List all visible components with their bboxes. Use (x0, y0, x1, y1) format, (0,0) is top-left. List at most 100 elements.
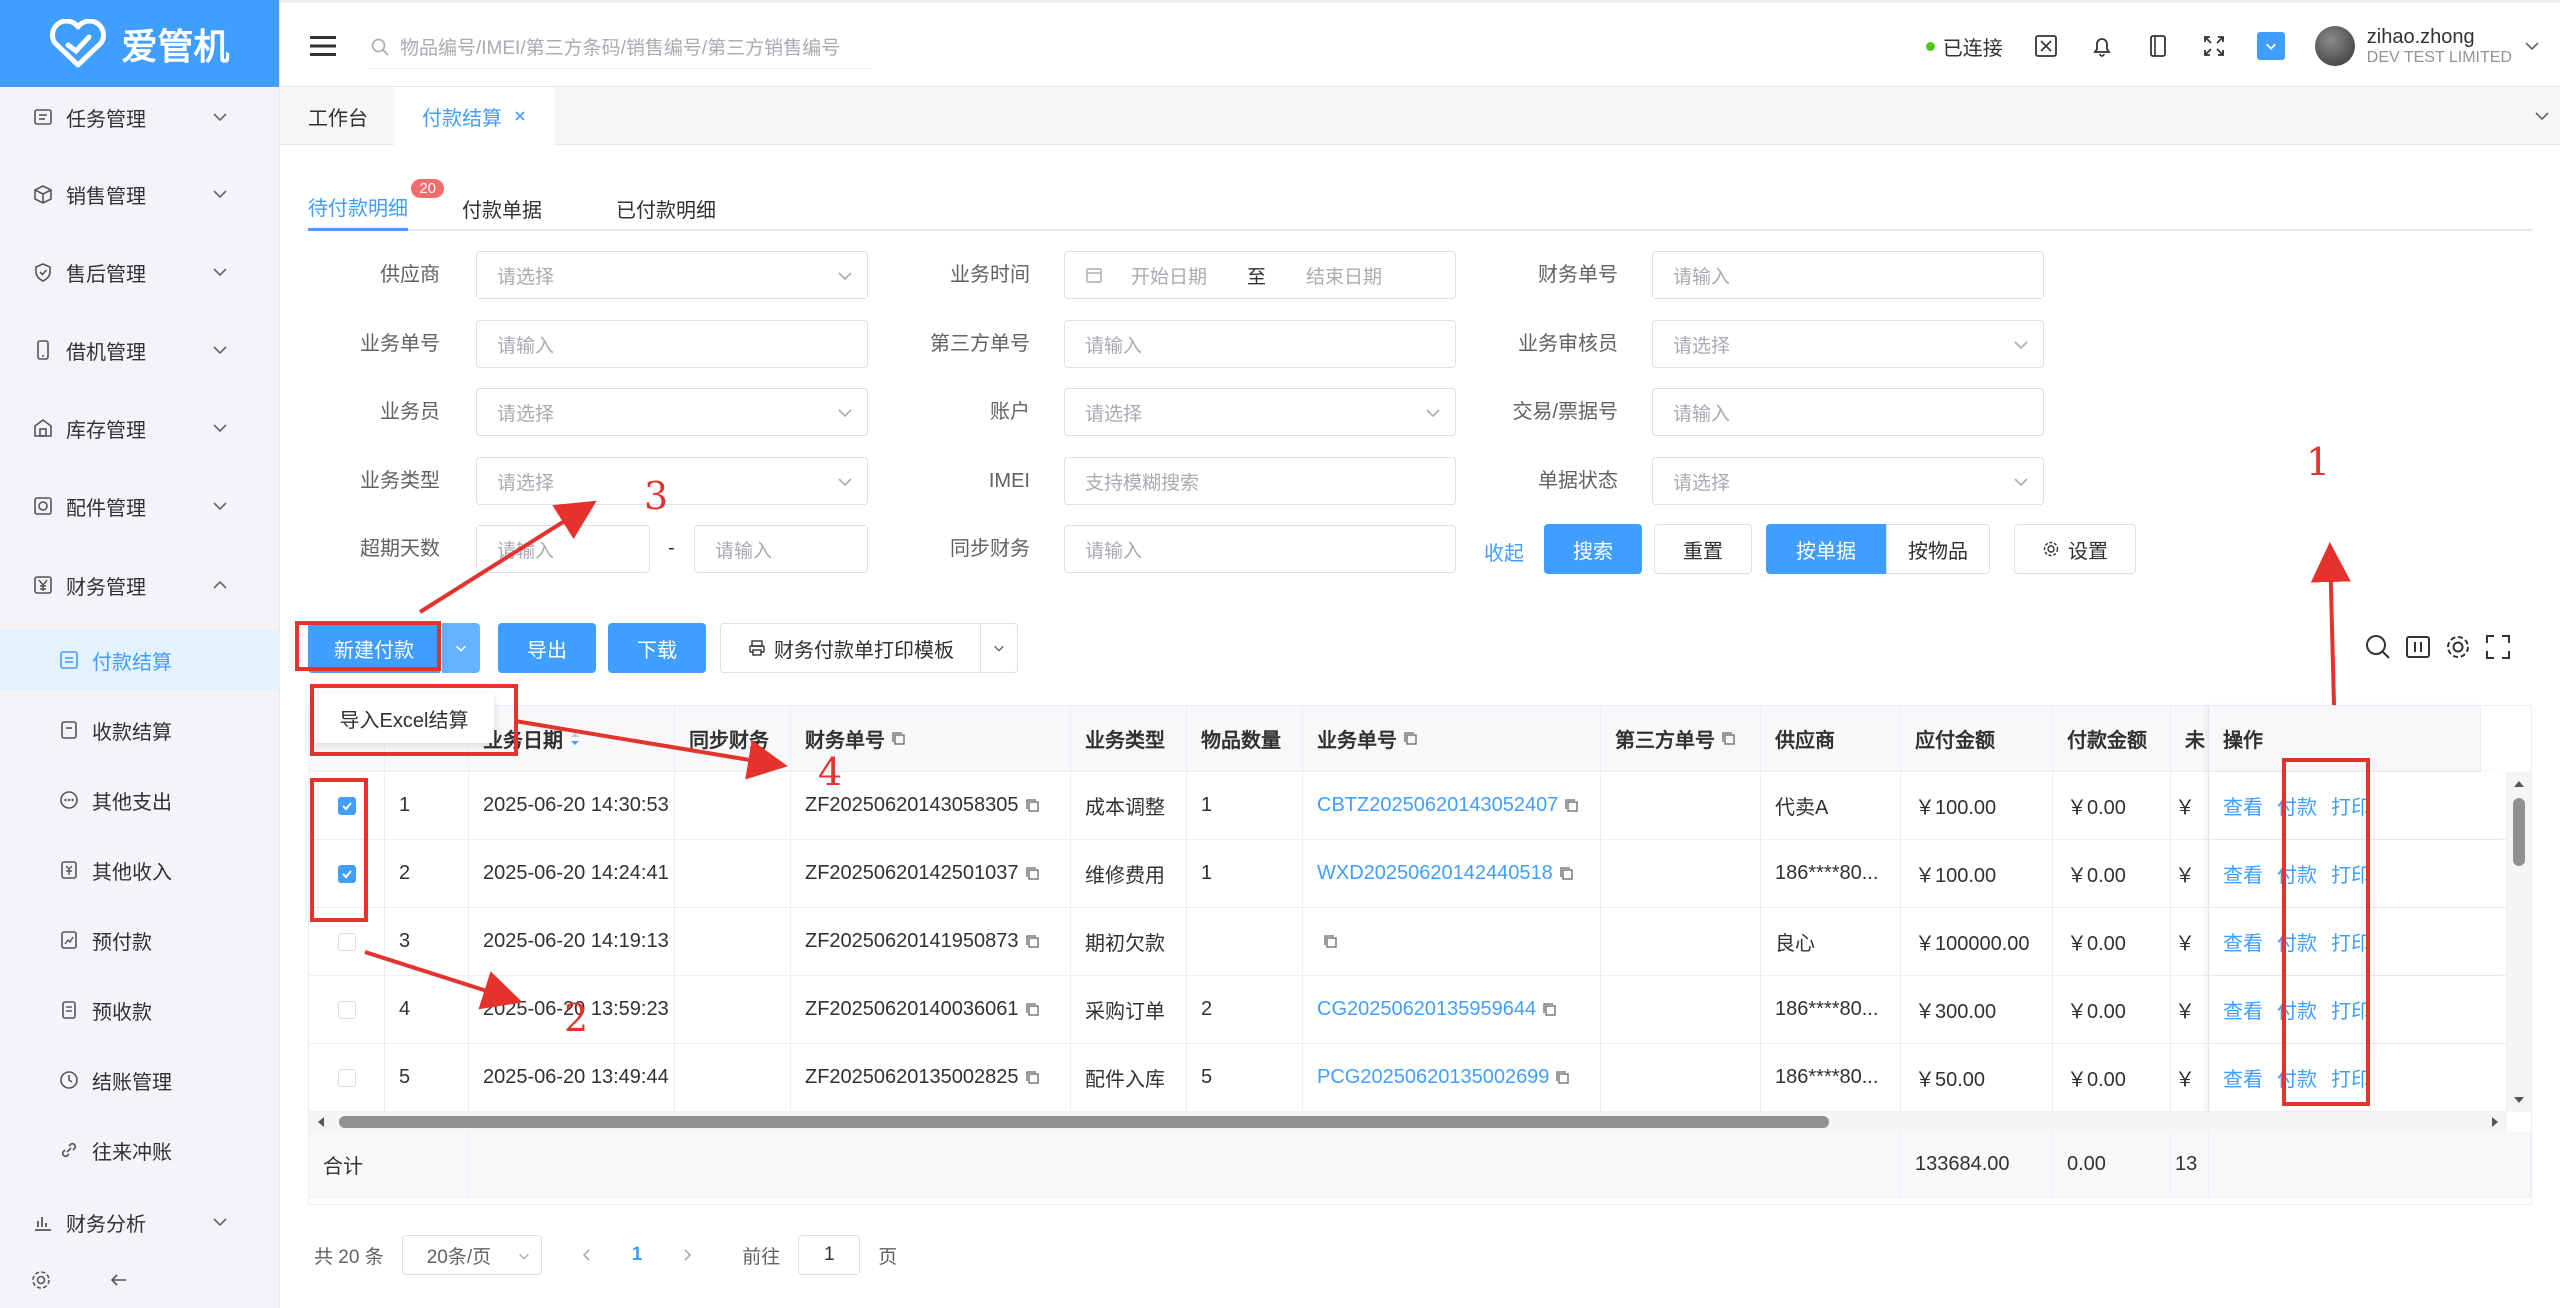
copy-icon[interactable] (1555, 1070, 1571, 1086)
cell-text[interactable]: CG20250620135959644 (1317, 998, 1536, 1021)
global-search[interactable]: 物品编号/IMEI/第三方条码/销售编号/第三方销售编号 (370, 25, 870, 69)
sidebar-item-finance[interactable]: 财务管理 (0, 555, 280, 615)
copy-icon[interactable] (1025, 1002, 1041, 1018)
sidebar-subitem-prepay[interactable]: 预付款 (0, 910, 280, 970)
doc-status-select[interactable]: 请选择 (1652, 457, 2044, 505)
close-icon[interactable] (514, 110, 526, 122)
dropdown-toggle-icon[interactable] (2256, 32, 2285, 60)
vertical-scroll-thumb[interactable] (2513, 798, 2525, 866)
trade-no-input[interactable]: 请输入 (1652, 388, 2044, 436)
reset-button[interactable]: 重置 (1654, 524, 1752, 574)
copy-icon[interactable] (1542, 1002, 1558, 1018)
sidebar-item-analysis[interactable]: 财务分析 (0, 1192, 280, 1252)
download-button[interactable]: 下载 (608, 623, 706, 673)
translate-icon[interactable] (2033, 33, 2059, 59)
cell-text[interactable]: PCG20250620135002699 (1317, 1066, 1549, 1089)
cell-text[interactable]: CBTZ20250620143052407 (1317, 794, 1558, 817)
export-button[interactable]: 导出 (498, 623, 596, 673)
third-no-input[interactable]: 请输入 (1064, 320, 1456, 368)
copy-icon[interactable] (1025, 866, 1041, 882)
imei-input[interactable]: 支持模糊搜索 (1064, 457, 1456, 505)
copy-icon[interactable] (1025, 934, 1041, 950)
account-select[interactable]: 请选择 (1064, 388, 1456, 436)
sidebar-item-inventory[interactable]: 库存管理 (0, 398, 280, 458)
subtab-bills[interactable]: 付款单据 (462, 185, 542, 231)
view-link[interactable]: 查看 (2223, 791, 2263, 820)
prev-page-icon[interactable] (580, 1248, 594, 1262)
copy-icon[interactable] (1025, 1070, 1041, 1086)
scroll-right-icon[interactable] (2489, 1116, 2501, 1128)
sidebar-item-sales[interactable]: 销售管理 (0, 164, 280, 224)
overdue-to-input[interactable]: 请输入 (694, 525, 868, 573)
goto-page-input[interactable]: 1 (798, 1235, 861, 1275)
sort-icon[interactable] (569, 731, 581, 747)
copy-icon[interactable] (1025, 798, 1041, 814)
sidebar-subitem-closing[interactable]: 结账管理 (0, 1050, 280, 1110)
overdue-from-input[interactable]: 请输入 (476, 525, 650, 573)
subtab-paid[interactable]: 已付款明细 (616, 185, 716, 231)
by-item-button[interactable]: 按物品 (1886, 524, 1990, 574)
copy-icon[interactable] (1559, 866, 1575, 882)
row-checkbox[interactable] (337, 932, 356, 951)
sidebar-subitem-receipt[interactable]: 收款结算 (0, 700, 280, 760)
app-logo[interactable]: 爱管机 (0, 0, 279, 87)
copy-icon[interactable] (891, 731, 907, 747)
view-link[interactable]: 查看 (2223, 859, 2263, 888)
sidebar-item-task[interactable]: 任务管理 (0, 87, 280, 147)
sidebar-item-loan[interactable]: 借机管理 (0, 320, 280, 380)
search-button[interactable]: 搜索 (1544, 524, 1642, 574)
sidebar-item-parts[interactable]: 配件管理 (0, 476, 280, 536)
cell-text[interactable]: WXD20250620142440518 (1317, 862, 1553, 885)
supplier-select[interactable]: 请选择 (476, 251, 868, 299)
import-excel-menu-item[interactable]: 导入Excel结算 (314, 693, 494, 743)
user-menu[interactable]: zihao.zhong DEV TEST LIMITED (2314, 25, 2540, 67)
fullscreen-icon[interactable] (2484, 633, 2512, 661)
sidebar-item-aftersales[interactable]: 售后管理 (0, 242, 280, 302)
sidebar-subitem-payment[interactable]: 付款结算 (0, 630, 280, 690)
settings-button[interactable]: 设置 (2014, 524, 2136, 574)
tab-workbench[interactable]: 工作台 (280, 87, 396, 145)
sidebar-subitem-other-expense[interactable]: 其他支出 (0, 770, 280, 830)
collapse-link[interactable]: 收起 (1484, 537, 1524, 566)
finance-no-input[interactable]: 请输入 (1652, 251, 2044, 299)
sidebar-subitem-offset[interactable]: 往来冲账 (0, 1120, 280, 1180)
copy-icon[interactable] (1564, 798, 1580, 814)
page-size-select[interactable]: 20条/页 (401, 1235, 542, 1275)
bell-icon[interactable] (2089, 33, 2115, 59)
row-checkbox[interactable] (337, 1068, 356, 1087)
gear-icon[interactable] (30, 1269, 52, 1291)
tab-payment[interactable]: 付款结算 (394, 87, 554, 145)
copy-icon[interactable] (1721, 731, 1737, 747)
notebook-icon[interactable] (2145, 33, 2171, 59)
view-link[interactable]: 查看 (2223, 927, 2263, 956)
view-link[interactable]: 查看 (2223, 995, 2263, 1024)
horizontal-scroll-thumb[interactable] (339, 1116, 1829, 1128)
chevron-down-icon[interactable] (2534, 108, 2550, 124)
horizontal-scrollbar[interactable] (309, 1112, 2507, 1132)
view-link[interactable]: 查看 (2223, 1063, 2263, 1092)
biz-time-range[interactable]: 开始日期 至 结束日期 (1064, 251, 1456, 299)
new-payment-dropdown[interactable] (442, 623, 480, 673)
scroll-left-icon[interactable] (315, 1116, 327, 1128)
subtab-pending[interactable]: 待付款明细 20 (308, 179, 444, 231)
sidebar-subitem-prereceive[interactable]: 预收款 (0, 980, 280, 1040)
current-page[interactable]: 1 (632, 1244, 643, 1266)
next-page-icon[interactable] (680, 1248, 694, 1262)
biz-type-select[interactable]: 请选择 (476, 457, 868, 505)
scroll-up-icon[interactable] (2513, 778, 2525, 790)
column-settings-icon[interactable] (2404, 633, 2432, 661)
copy-icon[interactable] (1323, 934, 1339, 950)
hamburger-menu-icon[interactable] (310, 35, 336, 57)
search-icon[interactable] (2364, 633, 2392, 661)
gear-icon[interactable] (2444, 633, 2472, 661)
vertical-scrollbar[interactable] (2507, 772, 2531, 1112)
scroll-down-icon[interactable] (2513, 1094, 2525, 1106)
sidebar-subitem-other-income[interactable]: 其他收入 (0, 840, 280, 900)
row-checkbox[interactable] (337, 1000, 356, 1019)
sync-input[interactable]: 请输入 (1064, 525, 1456, 573)
print-template-button[interactable]: 财务付款单打印模板 (720, 623, 982, 673)
salesman-select[interactable]: 请选择 (476, 388, 868, 436)
auditor-select[interactable]: 请选择 (1652, 320, 2044, 368)
by-document-button[interactable]: 按单据 (1766, 524, 1886, 574)
print-template-dropdown[interactable] (980, 623, 1018, 673)
